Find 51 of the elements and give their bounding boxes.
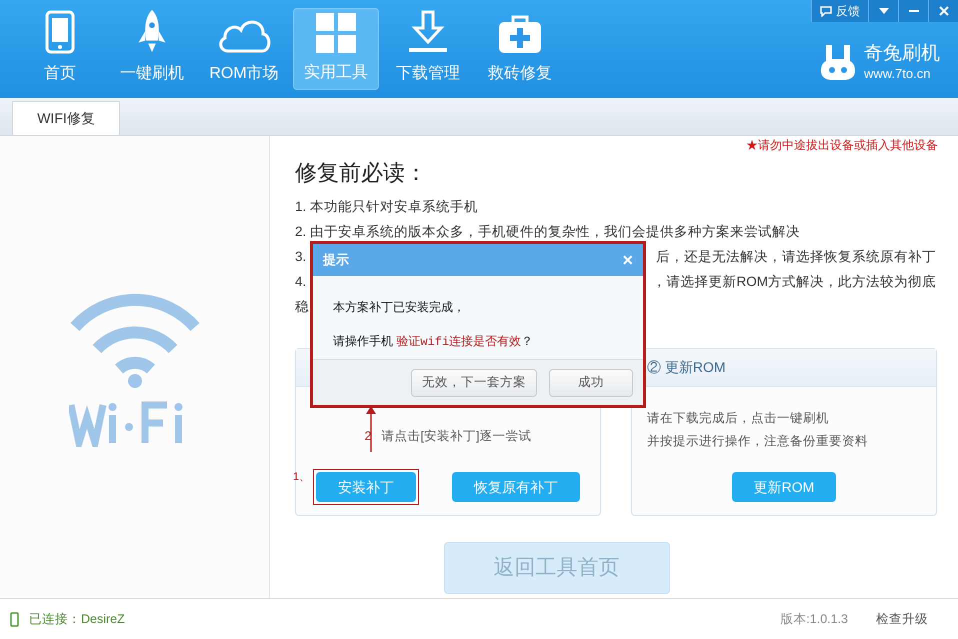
back-to-tools-button[interactable]: 返回工具首页 — [444, 542, 670, 594]
close-button[interactable]: × — [622, 251, 633, 269]
tab[interactable]: WIFI修复 — [12, 101, 120, 135]
nav-tab[interactable]: 首页 — [17, 8, 103, 90]
minimize-button[interactable] — [898, 0, 928, 22]
close-button[interactable] — [928, 0, 958, 22]
brand-name: 奇兔刷机 — [864, 42, 940, 66]
phone-icon — [10, 612, 19, 626]
caret-icon — [878, 8, 888, 14]
dropdown-button[interactable] — [868, 0, 898, 22]
nav-tab[interactable]: 救砖修复 — [477, 8, 563, 90]
notice-line: 4. — [295, 273, 306, 291]
grid-icon — [316, 13, 356, 53]
phone-icon — [45, 10, 75, 54]
close-icon — [938, 6, 948, 16]
card-title: ② 更新ROM — [647, 358, 726, 377]
notice-line: 1. 本功能只针对安卓系统手机 — [295, 198, 478, 216]
notice-line: 3. — [295, 248, 306, 266]
action-button[interactable]: 更新ROM — [732, 472, 836, 502]
nav-tab[interactable]: 实用工具 — [293, 8, 379, 90]
step-annotation: 1、 — [293, 470, 310, 485]
card-instruction: 请点击[安装补丁]逐一尝试 — [382, 428, 532, 445]
dialog-button[interactable]: 成功 — [549, 368, 633, 396]
warning-text: ★请勿中途拔出设备或插入其他设备 — [746, 137, 938, 154]
download-icon — [407, 10, 449, 54]
check-update-link[interactable]: 检查升级 — [876, 610, 928, 628]
minimize-icon — [908, 10, 918, 12]
dialog-message: 请操作手机 验证wifi连接是否有效？ — [333, 333, 534, 351]
version-text: 版本:1.0.1.3 — [780, 610, 848, 628]
step-annotation: 2 — [364, 428, 372, 445]
connection-status: 已连接：DesireZ — [29, 610, 125, 628]
card-instruction: 并按提示进行操作，注意备份重要资料 — [647, 432, 868, 450]
feedback-button[interactable]: 反馈 — [811, 0, 868, 22]
dialog-button[interactable]: 无效，下一套方案 — [411, 368, 537, 396]
notice-line: 稳 — [295, 298, 309, 316]
nav-tab[interactable]: ROM市场 — [201, 8, 287, 90]
speech-bubble-icon — [820, 6, 832, 16]
notice-line: ，请选择更新ROM方式解决，此方法较为彻底 — [652, 273, 936, 291]
notice-line: 后，还是无法解决，请选择恢复系统原有补丁 — [656, 248, 936, 266]
brand-url: www.7to.cn — [864, 66, 932, 82]
dialog-title: 提示 — [323, 251, 349, 270]
action-button[interactable]: 安装补丁 — [316, 472, 416, 502]
rabbit-logo-icon — [820, 43, 856, 81]
action-button[interactable]: 恢复原有补丁 — [452, 472, 580, 502]
notice-title: 修复前必读： — [295, 159, 428, 187]
card-instruction: 请在下载完成后，点击一键刷机 — [647, 410, 829, 427]
nav-tab[interactable]: 一键刷机 — [109, 8, 195, 90]
first-aid-kit-icon — [498, 14, 542, 54]
dialog-message: 本方案补丁已安装完成， — [333, 299, 466, 316]
notice-line: 2. 由于安卓系统的版本众多，手机硬件的复杂性，我们会提供多种方案来尝试解决 — [295, 223, 800, 241]
nav-tab[interactable]: 下载管理 — [385, 8, 471, 90]
